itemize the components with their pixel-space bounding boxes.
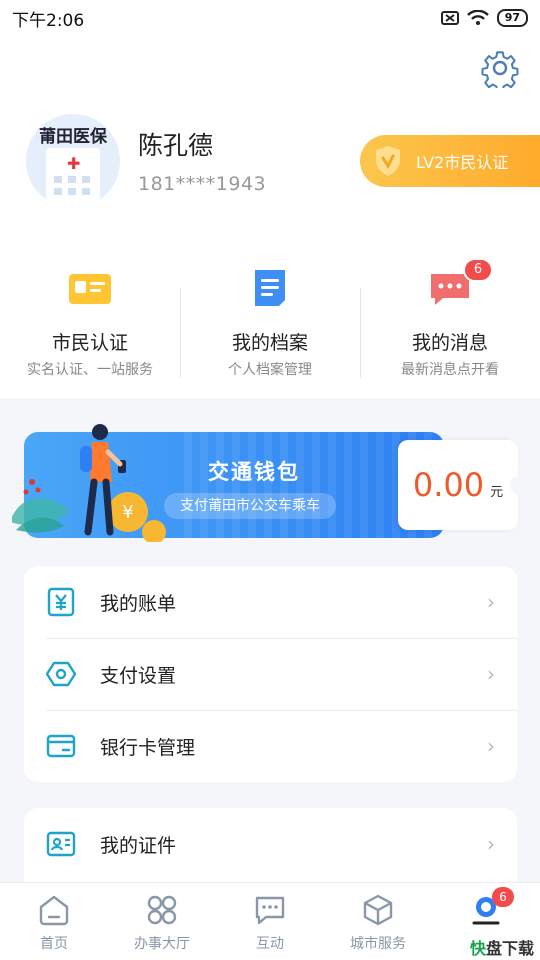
quick-title: 我的档案	[231, 332, 308, 354]
quick-subtitle: 个人档案管理	[228, 362, 312, 378]
chevron-right-icon: ›	[487, 662, 495, 686]
bottom-tab-bar: 首页 办事大厅 互动 城市服务 6 快盘下载	[0, 882, 540, 960]
commuter-illustration: ¥	[12, 424, 166, 542]
wifi-icon	[466, 10, 489, 25]
watermark-logo: 快盘下载	[469, 939, 534, 958]
profile-section: 莆田医保 ✚ 陈孔德 181****1943 LV2市民认证 市民认证 实名认证…	[0, 36, 540, 398]
tab-label: 城市服务	[350, 936, 406, 952]
chevron-right-icon: ›	[487, 734, 495, 758]
menu-label: 我的证件	[100, 834, 177, 857]
home-icon	[39, 895, 69, 926]
user-name: 陈孔德	[138, 131, 214, 160]
chevron-right-icon: ›	[487, 590, 495, 614]
tab-label: 互动	[256, 936, 284, 952]
quick-subtitle: 实名认证、一站服务	[27, 362, 153, 378]
quick-actions: 市民认证 实名认证、一站服务 我的档案 个人档案管理 6 我的消息 最新消息点开…	[0, 258, 540, 386]
tab-city-services[interactable]: 城市服务	[324, 883, 432, 960]
bank-card-icon	[46, 734, 76, 758]
quick-subtitle: 最新消息点开看	[401, 362, 499, 378]
wallet-subtitle: 支付莆田市公交车乘车	[164, 493, 336, 519]
menu-row-bank-card[interactable]: 银行卡管理 ›	[24, 710, 517, 782]
id-card-icon	[67, 268, 113, 308]
message-bubble-icon: 6	[427, 258, 493, 308]
bill-yen-icon	[47, 587, 75, 617]
menu-label: 银行卡管理	[100, 736, 196, 759]
quick-title: 我的消息	[411, 332, 488, 354]
chevron-right-icon: ›	[487, 832, 495, 856]
battery-indicator: 97	[496, 9, 528, 27]
notification-off-icon	[440, 11, 459, 25]
avatar[interactable]: 莆田医保 ✚	[26, 114, 120, 208]
transit-wallet-card[interactable]: 交通钱包 支付莆田市公交车乘车 ¥ 0.00 元	[12, 424, 526, 542]
citizen-level-badge[interactable]: LV2市民认证	[360, 135, 540, 187]
document-icon	[247, 268, 293, 308]
tab-home[interactable]: 首页	[0, 883, 108, 960]
mine-badge: 6	[492, 887, 514, 907]
level-badge-label: LV2市民认证	[416, 153, 509, 172]
quick-citizen-auth[interactable]: 市民认证 实名认证、一站服务	[0, 266, 180, 386]
wallet-title: 交通钱包	[208, 460, 300, 484]
shield-check-icon	[376, 146, 400, 176]
quick-title: 市民认证	[51, 332, 128, 354]
tab-interaction[interactable]: 互动	[216, 883, 324, 960]
menu-row-my-bill[interactable]: 我的账单 ›	[24, 566, 517, 638]
menu-label: 支付设置	[100, 664, 177, 687]
tab-mine[interactable]: 6 快盘下载	[432, 883, 540, 960]
chat-icon	[255, 896, 285, 925]
status-bar: 下午2:06 97	[0, 0, 540, 36]
menu-row-my-certificates[interactable]: 我的证件 ›	[24, 808, 517, 880]
hexagon-settings-icon	[46, 661, 76, 687]
messages-count-badge: 6	[463, 258, 493, 282]
account-menu-card: 我的账单 › 支付设置 › 银行卡管理 ›	[24, 566, 517, 782]
wallet-balance: 0.00	[412, 466, 485, 504]
hospital-building-icon: ✚	[46, 148, 100, 208]
wallet-unit: 元	[490, 484, 504, 500]
tab-service-hall[interactable]: 办事大厅	[108, 883, 216, 960]
user-phone: 181****1943	[138, 173, 267, 195]
id-certificate-icon	[46, 831, 76, 857]
avatar-text: 莆田医保	[39, 127, 107, 147]
status-time: 下午2:06	[12, 10, 85, 31]
menu-row-payment-settings[interactable]: 支付设置 ›	[24, 638, 517, 710]
menu-label: 我的账单	[100, 592, 177, 615]
svg-text:¥: ¥	[122, 502, 133, 523]
settings-gear-icon[interactable]	[480, 48, 520, 88]
wallet-balance-ticket: 0.00 元	[398, 440, 526, 530]
service-grid-icon	[147, 895, 177, 925]
tab-label: 办事大厅	[134, 936, 190, 952]
cube-icon	[363, 894, 393, 926]
tab-label: 首页	[40, 936, 68, 952]
quick-my-messages[interactable]: 6 我的消息 最新消息点开看	[360, 258, 540, 386]
quick-my-archive[interactable]: 我的档案 个人档案管理	[180, 266, 360, 386]
